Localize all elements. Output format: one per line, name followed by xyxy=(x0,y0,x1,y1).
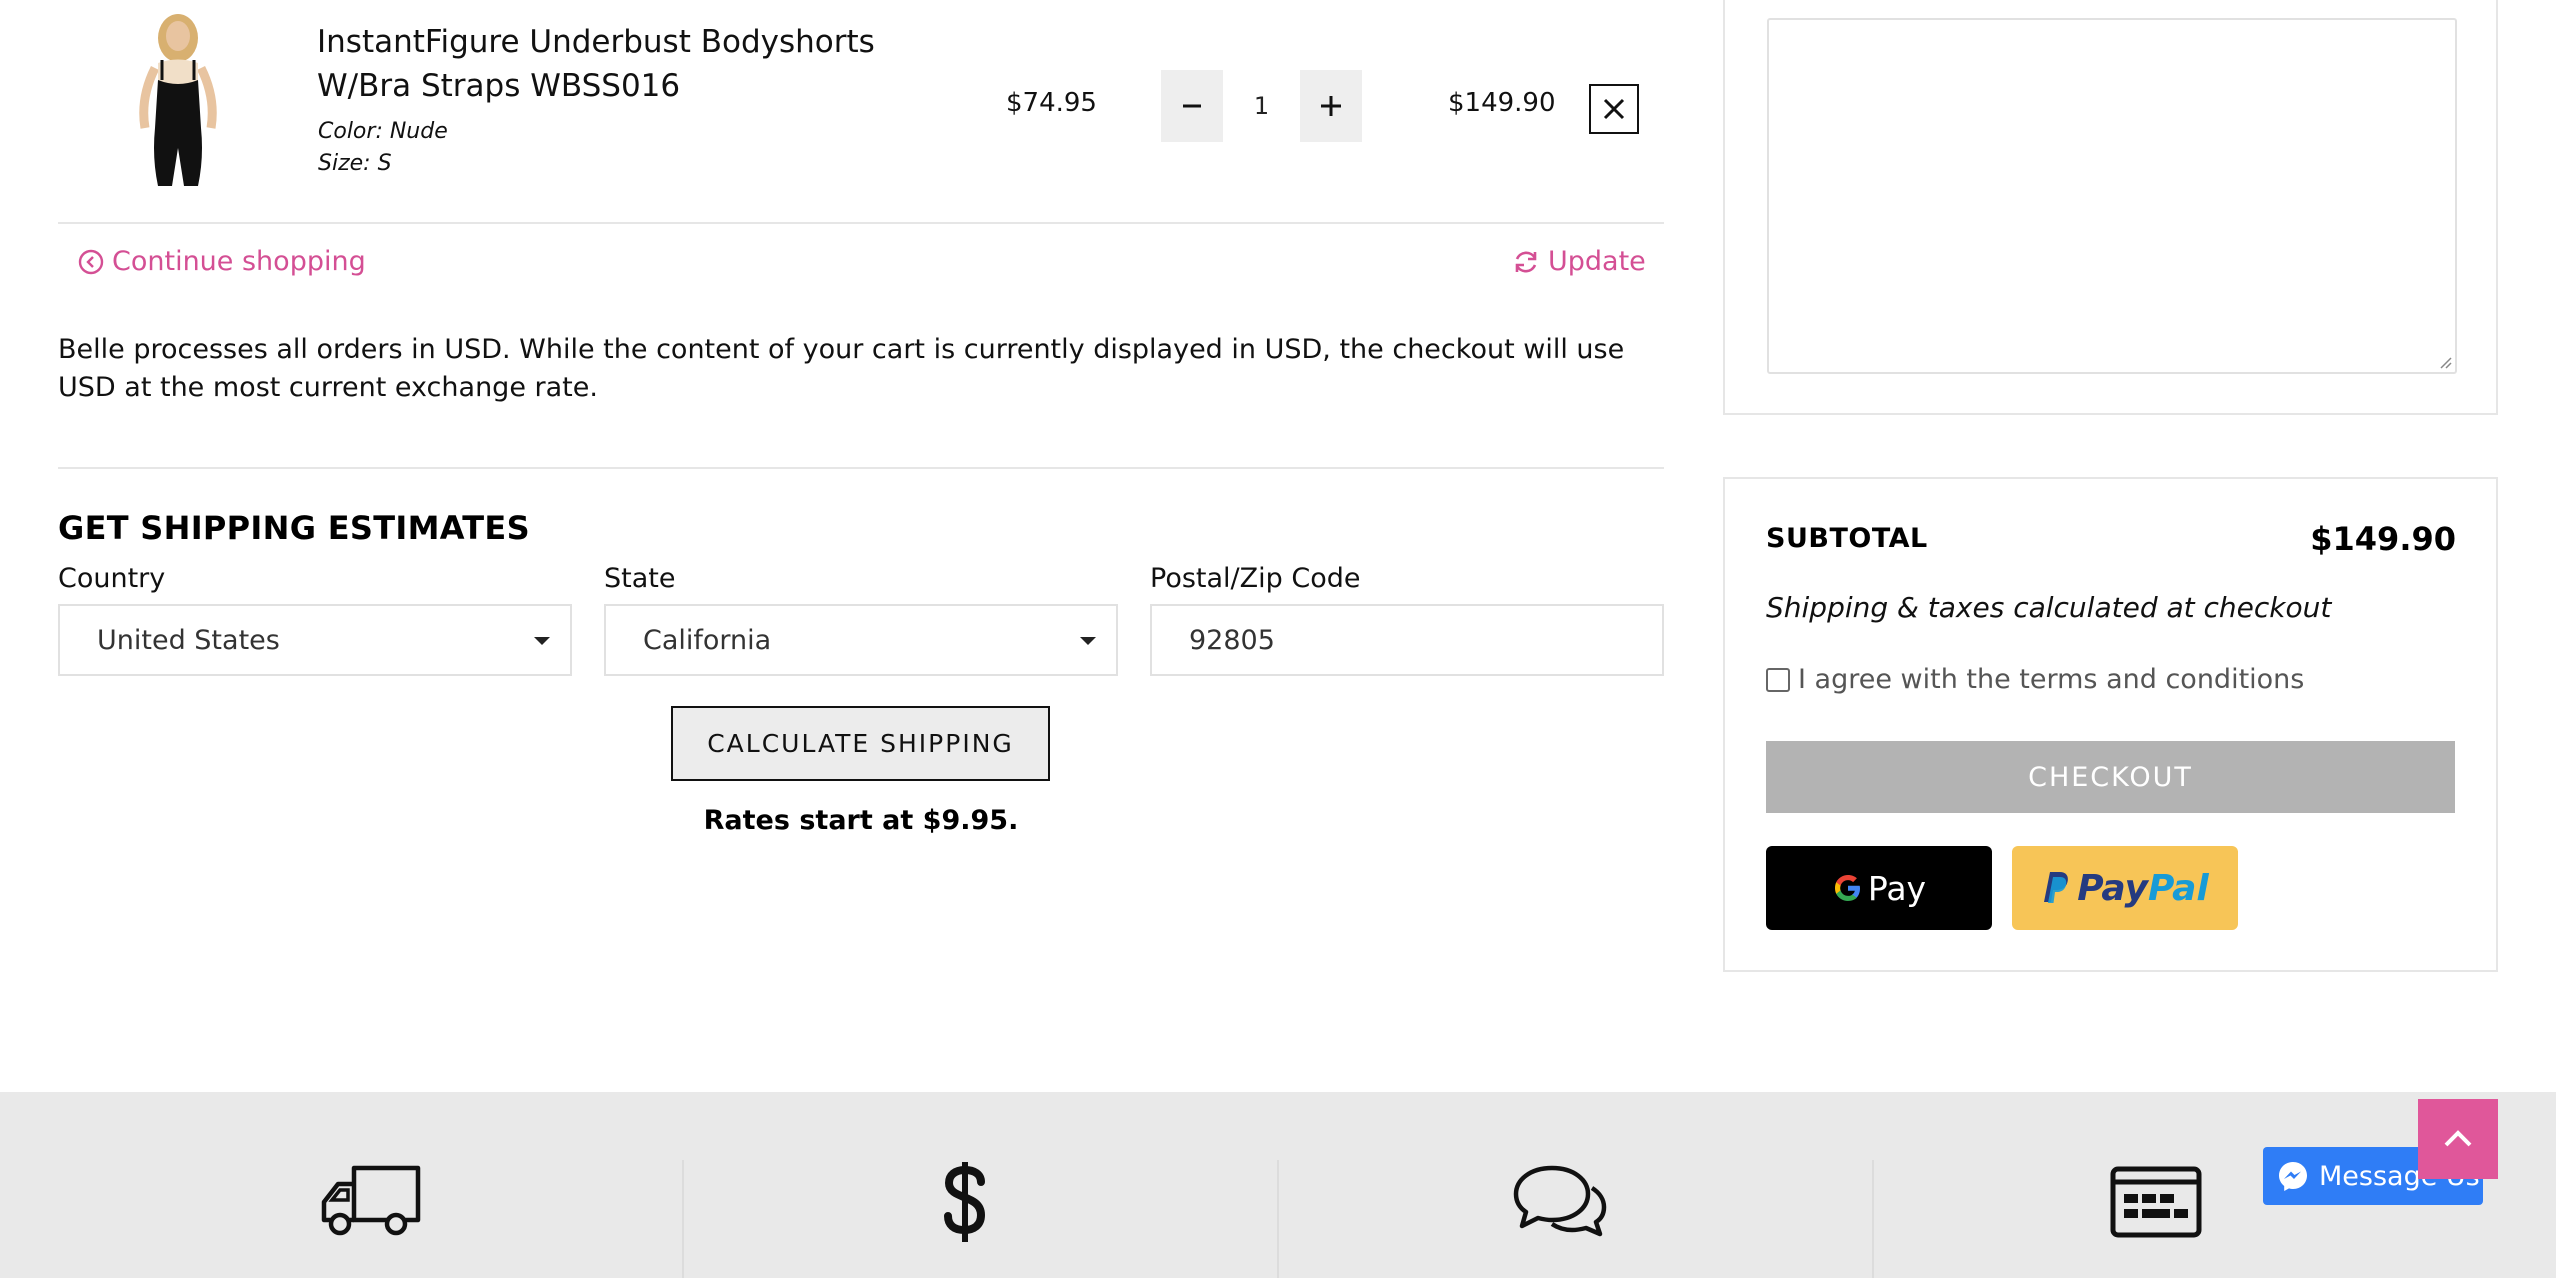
paypal-label-pal: Pal xyxy=(2148,867,2209,909)
product-image[interactable] xyxy=(100,8,255,194)
line-total: $149.90 xyxy=(1448,88,1556,118)
footer-divider xyxy=(1872,1160,1874,1278)
caret-down-icon xyxy=(1080,637,1096,645)
currency-notice: Belle processes all orders in USD. While… xyxy=(58,334,1625,403)
order-note-panel xyxy=(1723,0,2498,415)
decrease-quantity-button[interactable] xyxy=(1161,70,1223,142)
minus-icon xyxy=(1183,104,1201,108)
scroll-to-top-button[interactable] xyxy=(2418,1099,2498,1179)
subtotal-value: $149.90 xyxy=(2310,520,2456,558)
chevron-left-circle-icon xyxy=(78,249,104,274)
terms-checkbox[interactable] xyxy=(1766,667,1790,692)
remove-item-button[interactable] xyxy=(1589,84,1639,134)
shipping-taxes-note: Shipping & taxes calculated at checkout xyxy=(1766,591,2332,624)
paypal-label-pay: Pay xyxy=(2077,867,2148,909)
update-cart-link[interactable]: Update xyxy=(1512,246,1646,277)
product-title[interactable]: InstantFigure Underbust Bodyshorts W/Bra… xyxy=(317,20,917,108)
id-card-icon xyxy=(2110,1166,2202,1242)
shipping-estimates-title: GET SHIPPING ESTIMATES xyxy=(58,509,530,547)
state-label: State xyxy=(604,563,676,594)
country-select[interactable]: United States xyxy=(58,604,572,676)
terms-row: I agree with the terms and conditions xyxy=(1766,664,2304,695)
state-select[interactable]: California xyxy=(604,604,1118,676)
continue-shopping-label: Continue shopping xyxy=(112,246,366,277)
shipping-rates-text: Rates start at $9.95. xyxy=(703,805,1019,836)
footer-divider xyxy=(1277,1160,1279,1278)
subtotal-label: SUBTOTAL xyxy=(1766,523,1928,554)
increase-quantity-button[interactable] xyxy=(1300,70,1362,142)
country-value: United States xyxy=(97,624,280,656)
google-pay-button[interactable]: Pay xyxy=(1766,846,1992,930)
continue-shopping-link[interactable]: Continue shopping xyxy=(78,246,366,277)
quantity-input[interactable]: 1 xyxy=(1223,70,1300,142)
google-pay-label: Pay xyxy=(1867,868,1927,908)
refresh-icon xyxy=(1515,251,1537,272)
messenger-icon xyxy=(2279,1162,2307,1191)
paypal-button[interactable]: PayPal xyxy=(2012,846,2238,930)
google-g-icon xyxy=(1834,875,1860,901)
footer-divider xyxy=(682,1160,684,1278)
calculate-shipping-button[interactable]: CALCULATE SHIPPING xyxy=(671,706,1050,781)
dollar-icon xyxy=(943,1160,987,1248)
state-value: California xyxy=(643,624,772,656)
truck-icon xyxy=(320,1160,422,1244)
chat-bubbles-icon xyxy=(1512,1160,1608,1244)
product-size: Size: S xyxy=(318,151,392,176)
plus-icon xyxy=(1321,96,1341,116)
order-note-textarea[interactable] xyxy=(1767,18,2457,374)
update-label: Update xyxy=(1548,246,1646,277)
unit-price: $74.95 xyxy=(1006,88,1097,118)
divider xyxy=(58,222,1664,224)
zip-label: Postal/Zip Code xyxy=(1150,563,1361,594)
product-color: Color: Nude xyxy=(318,119,448,144)
resize-handle-icon[interactable] xyxy=(2438,355,2452,369)
close-icon xyxy=(1603,98,1625,120)
paypal-p-icon xyxy=(2044,872,2069,903)
caret-down-icon xyxy=(534,637,550,645)
zip-input[interactable]: 92805 xyxy=(1150,604,1664,676)
chevron-up-icon xyxy=(2444,1130,2472,1147)
checkout-button[interactable]: CHECKOUT xyxy=(1766,741,2455,813)
quantity-stepper: 1 xyxy=(1161,70,1362,142)
zip-value: 92805 xyxy=(1189,624,1275,656)
divider xyxy=(58,467,1664,469)
country-label: Country xyxy=(58,563,166,594)
terms-label[interactable]: I agree with the terms and conditions xyxy=(1798,664,2304,695)
